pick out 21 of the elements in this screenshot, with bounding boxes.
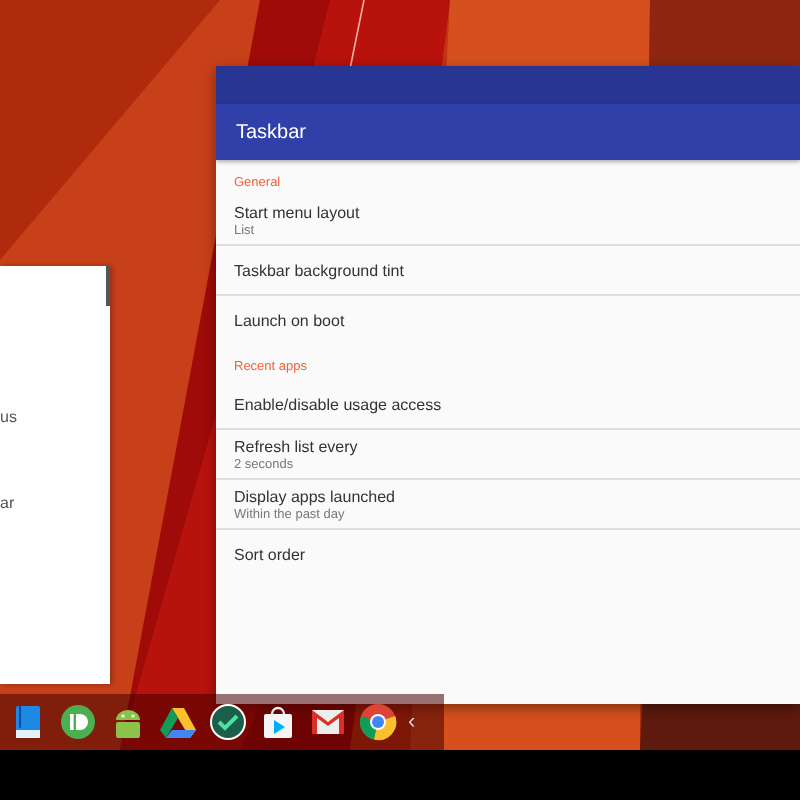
triangle-icon[interactable] (158, 702, 198, 742)
window-title: Taskbar (236, 121, 307, 143)
settings-item[interactable]: Sort order (216, 530, 800, 578)
item-title: Taskbar background tint (234, 261, 406, 279)
scrollbar-thumb[interactable] (106, 266, 110, 306)
circle-icon[interactable] (58, 702, 98, 742)
item-title: Sort order (234, 545, 308, 563)
ring-icon[interactable] (358, 702, 398, 742)
settings-item[interactable]: Launch on boot (216, 296, 800, 344)
item-title: Display apps launched (234, 487, 397, 505)
item-title: Refresh list every (234, 437, 360, 455)
item-title: Launch on boot (234, 311, 347, 329)
settings-item[interactable]: Taskbar background tint (216, 246, 800, 296)
label-text: us (0, 408, 17, 426)
item-title: Start menu layout (234, 203, 362, 221)
bag-icon[interactable] (258, 702, 298, 742)
item-title: Enable/disable usage access (234, 395, 444, 413)
settings-item[interactable]: Enable/disable usage access (216, 380, 800, 430)
check-icon[interactable] (208, 702, 248, 742)
label-text: ar (0, 494, 15, 512)
expand-button[interactable]: ‹ (408, 711, 416, 733)
